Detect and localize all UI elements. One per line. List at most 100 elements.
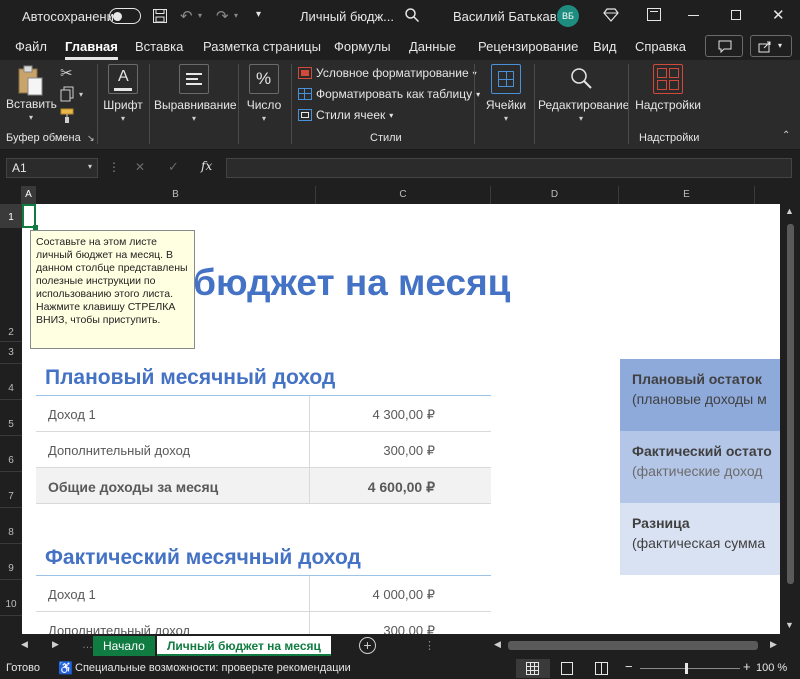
cells-button[interactable]: Ячейки ▾ <box>482 64 530 123</box>
table-row[interactable]: Дополнительный доход 300,00 ₽ <box>36 432 491 468</box>
conditional-formatting-button[interactable]: Условное форматирование ▾ <box>298 66 477 80</box>
row-header-8[interactable]: 8 <box>0 508 22 544</box>
editing-dropdown-icon[interactable]: ▾ <box>538 114 624 123</box>
tab-help[interactable]: Справка <box>635 39 686 54</box>
paste-button[interactable]: Вставить ▾ <box>6 64 57 122</box>
tab-data[interactable]: Данные <box>409 39 456 54</box>
row-header-7[interactable]: 7 <box>0 472 22 508</box>
minimize-icon[interactable] <box>688 15 699 16</box>
redo-icon[interactable]: ↷ <box>216 7 229 25</box>
planned-balance-box[interactable]: Плановый остаток (плановые доходы м <box>620 359 780 431</box>
zoom-in-button[interactable]: + <box>743 659 751 674</box>
row-header-4[interactable]: 4 <box>0 364 22 400</box>
font-dropdown-icon[interactable]: ▾ <box>102 114 144 123</box>
formula-input[interactable] <box>226 158 792 178</box>
undo-icon[interactable]: ↶ <box>180 7 193 25</box>
scroll-right-icon[interactable]: ▶ <box>770 639 777 650</box>
zoom-slider[interactable] <box>640 668 740 669</box>
editing-button[interactable]: Редактирование ▾ <box>538 64 629 123</box>
cells-dropdown-icon[interactable]: ▾ <box>482 114 530 123</box>
scroll-down-icon[interactable]: ▼ <box>785 620 794 630</box>
zoom-out-button[interactable]: − <box>625 659 633 674</box>
page-break-view-button[interactable] <box>595 662 608 675</box>
sheet-tab-budget[interactable]: Личный бюджет на месяц <box>157 636 331 656</box>
dialog-launcher-icon[interactable]: ↘ <box>87 133 95 144</box>
tab-home[interactable]: Главная <box>65 39 118 60</box>
prev-sheet-icon[interactable]: ◀ <box>21 639 28 650</box>
search-icon[interactable] <box>404 7 420 26</box>
chevron-down-icon[interactable]: ▾ <box>88 162 92 171</box>
copy-dropdown-icon[interactable]: ▾ <box>79 90 83 99</box>
difference-box[interactable]: Разница (фактическая сумма <box>620 503 780 575</box>
tab-page-layout[interactable]: Разметка страницы <box>203 39 321 54</box>
format-painter-icon[interactable] <box>59 108 75 127</box>
comments-button[interactable] <box>705 35 743 57</box>
row-header-2[interactable]: 2 <box>0 228 22 342</box>
tab-review[interactable]: Рецензирование <box>478 39 578 54</box>
number-dropdown-icon[interactable]: ▾ <box>243 114 285 123</box>
tab-file[interactable]: Файл <box>15 39 47 54</box>
autosave-toggle[interactable] <box>109 8 141 24</box>
redo-dropdown-icon[interactable]: ▾ <box>234 11 238 20</box>
tab-insert[interactable]: Вставка <box>135 39 183 54</box>
table-row[interactable]: Доход 1 4 000,00 ₽ <box>36 576 491 612</box>
insert-function-icon[interactable]: fx <box>201 159 212 173</box>
collapse-ribbon-icon[interactable]: ⌃ <box>782 130 790 141</box>
addins-button[interactable]: Надстройки <box>634 64 702 112</box>
actual-income-heading[interactable]: Фактический месячный доход <box>45 546 361 570</box>
more-sheets-icon[interactable]: … <box>82 639 93 651</box>
ribbon-display-icon[interactable] <box>647 8 661 21</box>
column-header-a[interactable]: A <box>22 186 36 204</box>
diamond-icon[interactable] <box>603 7 619 26</box>
name-box[interactable]: A1 ▾ <box>6 158 98 178</box>
tab-split-handle[interactable]: ⋮ <box>424 639 435 652</box>
select-all-corner[interactable] <box>0 186 22 204</box>
user-name[interactable]: Василий Батькавыч <box>453 9 573 24</box>
column-header-c[interactable]: C <box>316 186 491 204</box>
copy-icon[interactable] <box>60 86 74 102</box>
number-button[interactable]: % Число ▾ <box>243 64 285 123</box>
alignment-button[interactable]: Выравнивание ▾ <box>154 64 237 123</box>
font-button[interactable]: A Шрифт ▾ <box>102 64 144 123</box>
alignment-dropdown-icon[interactable]: ▾ <box>154 114 234 123</box>
normal-view-button[interactable] <box>516 659 550 678</box>
row-header-3[interactable]: 3 <box>0 342 22 364</box>
scroll-left-icon[interactable]: ◀ <box>494 639 501 650</box>
row-header-1[interactable]: 1 <box>0 204 22 228</box>
cancel-icon[interactable]: ✕ <box>135 160 145 174</box>
paste-dropdown-icon[interactable]: ▾ <box>6 113 56 122</box>
more-options-icon[interactable]: ⋮ <box>108 160 120 174</box>
cell-styles-button[interactable]: Стили ячеек ▾ <box>298 108 393 122</box>
zoom-slider-thumb[interactable] <box>685 663 688 674</box>
row-header-10[interactable]: 10 <box>0 580 22 616</box>
table-row[interactable]: Дополнительный доход 300,00 ₽ <box>36 612 491 634</box>
undo-dropdown-icon[interactable]: ▾ <box>198 11 202 20</box>
row-header-6[interactable]: 6 <box>0 436 22 472</box>
zoom-level[interactable]: 100 % <box>756 662 787 674</box>
format-as-table-button[interactable]: Форматировать как таблицу ▾ <box>298 87 480 101</box>
total-row[interactable]: Общие доходы за месяц 4 600,00 ₽ <box>36 468 491 504</box>
page-layout-view-button[interactable] <box>561 662 573 675</box>
column-header-b[interactable]: B <box>36 186 316 204</box>
actual-balance-box[interactable]: Фактический остато (фактические доход <box>620 431 780 503</box>
column-header-e[interactable]: E <box>619 186 755 204</box>
next-sheet-icon[interactable]: ▶ <box>52 639 59 650</box>
share-button[interactable]: ▾ <box>750 35 792 57</box>
scroll-up-icon[interactable]: ▲ <box>785 206 794 216</box>
tab-formulas[interactable]: Формулы <box>334 39 391 54</box>
planned-income-heading[interactable]: Плановый месячный доход <box>45 366 335 390</box>
row-header-9[interactable]: 9 <box>0 544 22 580</box>
maximize-icon[interactable] <box>731 10 741 20</box>
customize-toolbar-icon[interactable]: ▾ <box>256 9 261 20</box>
scrollbar-thumb[interactable] <box>508 641 758 650</box>
table-row[interactable]: Доход 1 4 300,00 ₽ <box>36 396 491 432</box>
horizontal-scrollbar[interactable] <box>508 639 758 652</box>
add-sheet-icon[interactable]: + <box>359 637 376 654</box>
accessibility-icon[interactable]: ♿ <box>58 661 73 675</box>
row-header-5[interactable]: 5 <box>0 400 22 436</box>
sheet-tab-start[interactable]: Начало <box>93 636 155 656</box>
save-icon[interactable] <box>152 8 168 27</box>
cut-icon[interactable]: ✂ <box>60 64 73 82</box>
avatar[interactable]: ВБ <box>557 5 579 27</box>
close-icon[interactable]: ✕ <box>772 6 785 24</box>
